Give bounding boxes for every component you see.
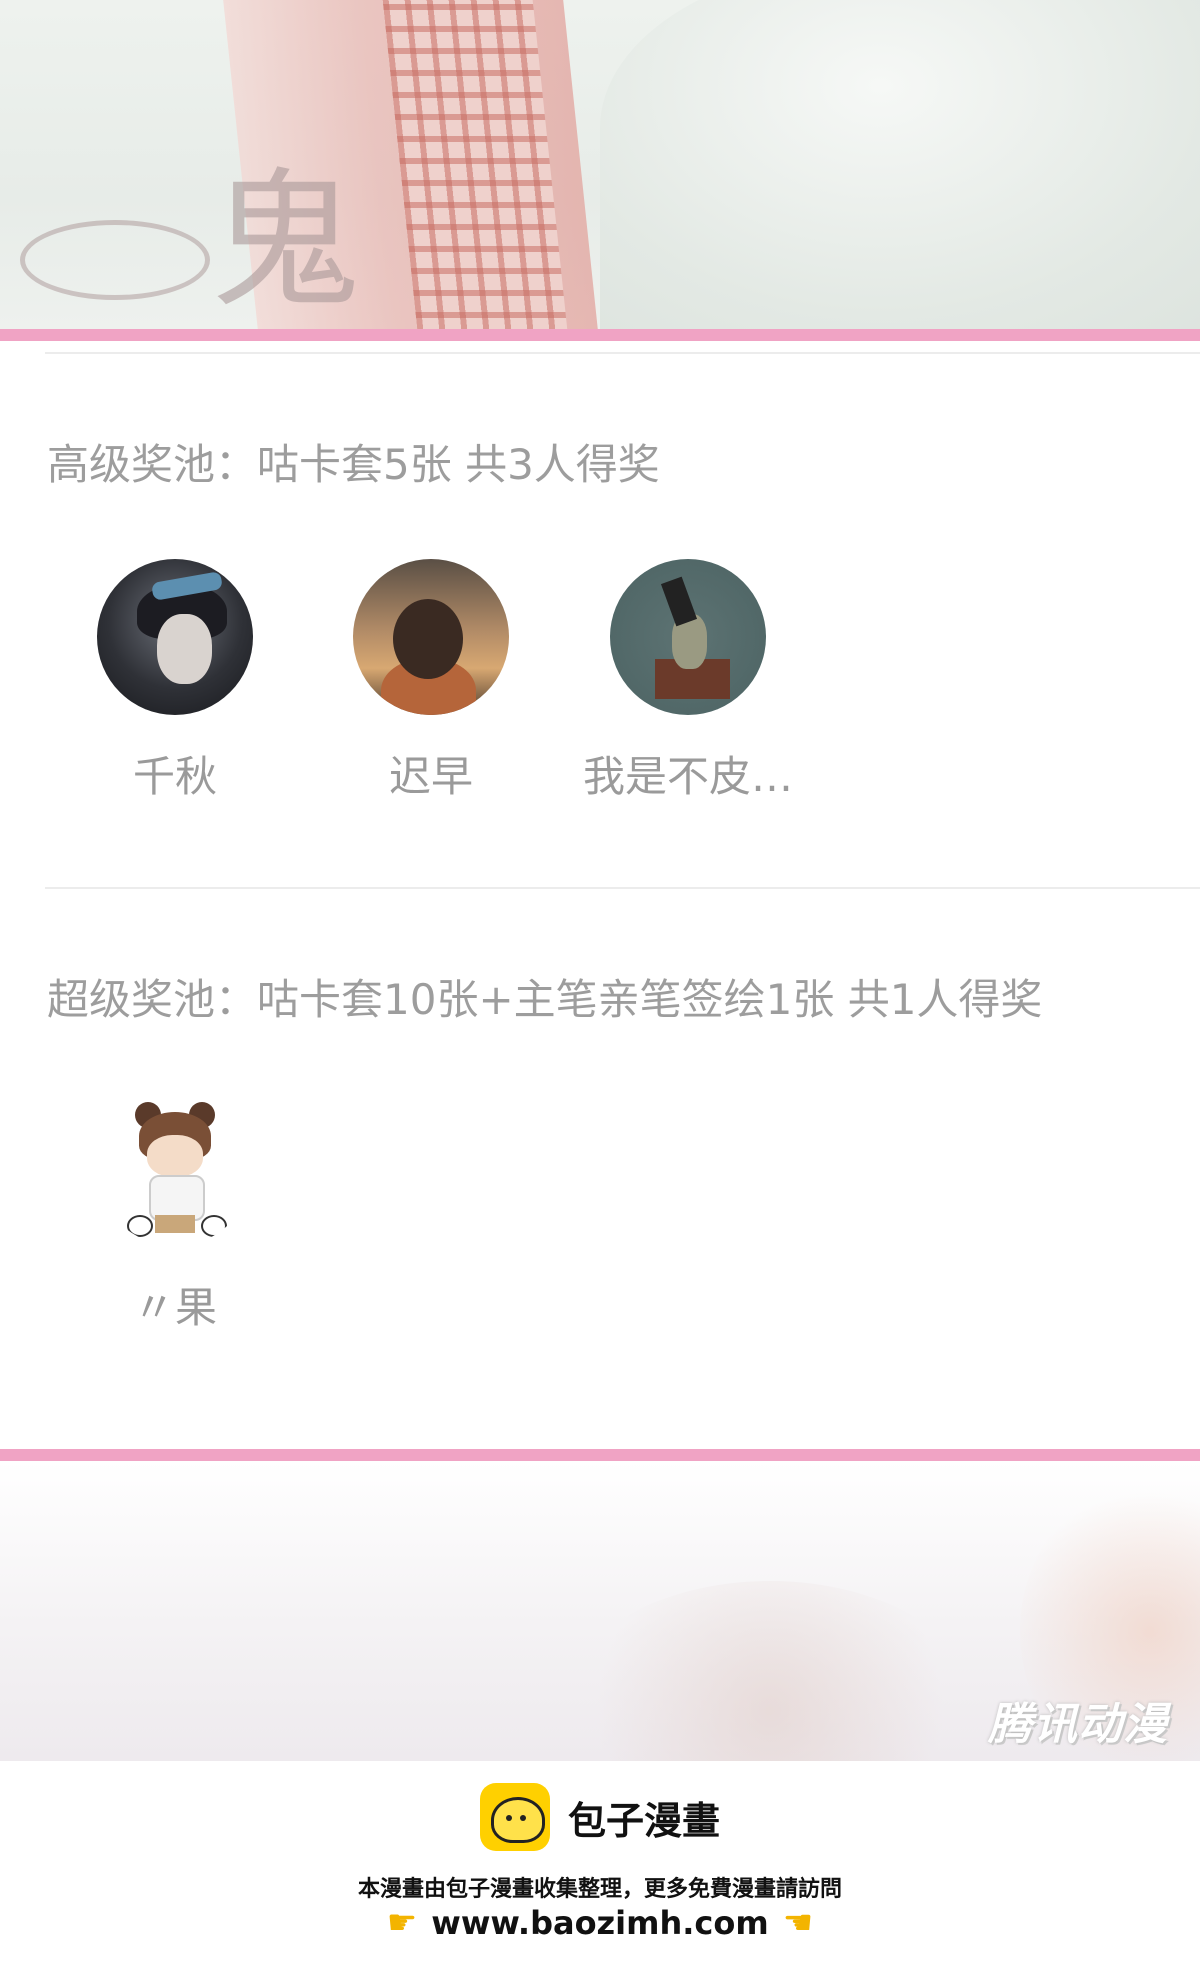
winner-item[interactable]: 〃果: [55, 1090, 295, 1335]
winner-avatar[interactable]: [97, 1090, 253, 1246]
super-pool-title: 超级奖池：咕卡套10张+主笔亲笔签绘1张 共1人得奖: [47, 975, 1043, 1024]
site-url-link[interactable]: www.baozimh.com: [431, 1904, 768, 1942]
cloud-ornament: [20, 220, 210, 300]
logo-text: 包子漫畫: [567, 1798, 720, 1843]
banner-artwork: 鬼: [0, 0, 1200, 330]
winner-avatar[interactable]: [353, 559, 509, 715]
winner-item[interactable]: 迟早: [311, 559, 551, 804]
baozi-logo-icon: [479, 1783, 550, 1851]
calligraphy-character: 鬼: [210, 155, 361, 329]
winner-name: 千秋: [132, 752, 217, 801]
divider-top: [45, 352, 1200, 354]
site-footer: 包子漫畫 本漫畫由包子漫畫收集整理，更多免費漫畫請訪問 ☛ www.baozim…: [0, 1761, 1200, 1962]
robe-shape: [600, 0, 1200, 330]
divider-middle: [45, 887, 1200, 889]
footer-note: 本漫畫由包子漫畫收集整理，更多免費漫畫請訪問: [357, 1877, 842, 1902]
winner-avatar[interactable]: [610, 559, 766, 715]
winner-name: 迟早: [388, 752, 473, 801]
winner-avatar[interactable]: [97, 559, 253, 715]
footer-logo[interactable]: 包子漫畫: [0, 1783, 1200, 1851]
footer-url-row[interactable]: ☛ www.baozimh.com ☚: [0, 1903, 1200, 1943]
winner-name: 我是不皮…: [582, 752, 793, 801]
bottom-pink-rule: [0, 1449, 1200, 1461]
winner-item[interactable]: 我是不皮…: [568, 559, 808, 804]
advanced-pool-title: 高级奖池：咕卡套5张 共3人得奖: [47, 440, 660, 489]
tencent-watermark: 腾讯动漫: [988, 1699, 1168, 1750]
pointing-right-hand-icon: ☛: [386, 1903, 418, 1943]
prize-card: 高级奖池：咕卡套5张 共3人得奖 千秋 迟早 我是不皮… 超级奖池：咕卡套10张…: [0, 341, 1200, 1448]
top-pink-rule: [0, 329, 1200, 341]
pointing-left-hand-icon: ☚: [782, 1903, 814, 1943]
winner-name: 〃果: [132, 1283, 217, 1332]
winner-item[interactable]: 千秋: [55, 559, 295, 804]
